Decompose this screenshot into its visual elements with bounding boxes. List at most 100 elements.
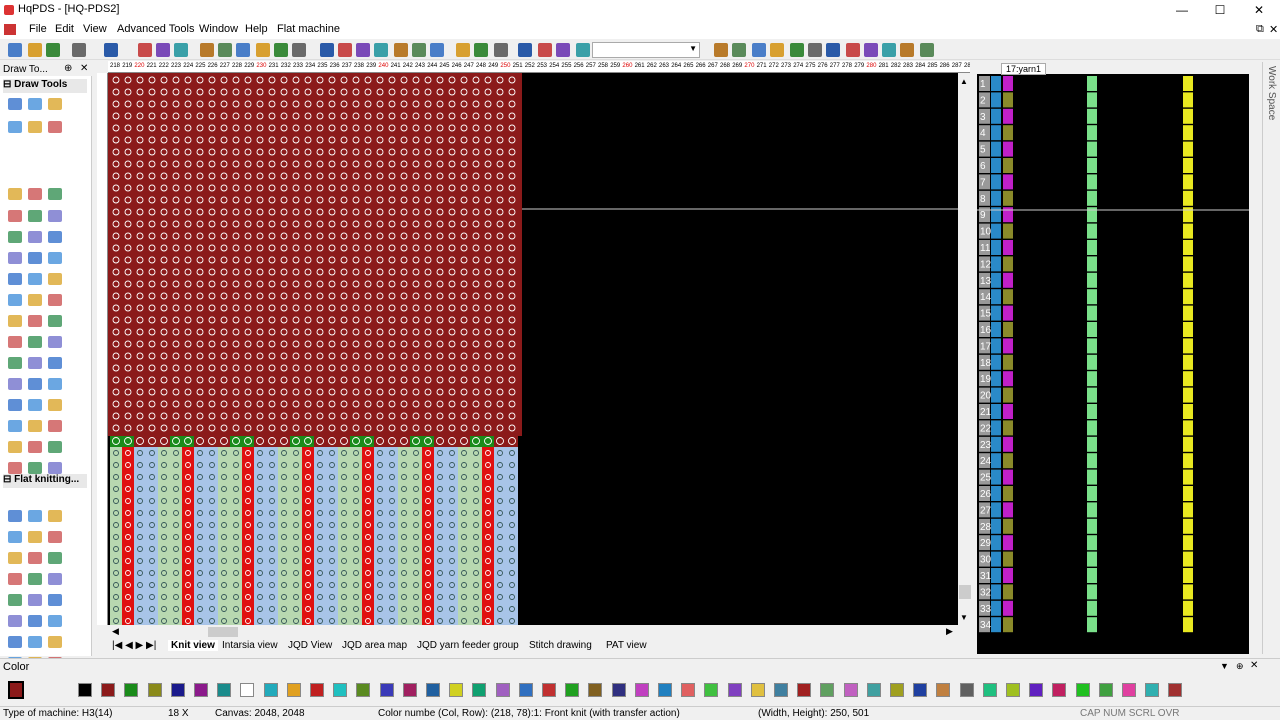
- draw-tool-icon[interactable]: [8, 399, 22, 411]
- panel-dropdown-icon[interactable]: ▼: [1220, 661, 1229, 671]
- yarn-cell[interactable]: [1183, 92, 1193, 108]
- yarn-cell[interactable]: [1003, 240, 1013, 255]
- yarn-cell[interactable]: [991, 354, 1001, 370]
- yarn-cell[interactable]: [991, 108, 1001, 124]
- yarn-cell[interactable]: [1087, 338, 1097, 354]
- yarn-cell[interactable]: [1183, 190, 1193, 206]
- yarn-cell[interactable]: [1087, 322, 1097, 337]
- yarn-cell[interactable]: [1087, 272, 1097, 288]
- rib-column[interactable]: [218, 447, 230, 625]
- yarn-cell[interactable]: [1087, 223, 1097, 239]
- color-swatch[interactable]: [774, 683, 788, 697]
- yarn-cell[interactable]: [1087, 387, 1097, 403]
- tab-nav-icon[interactable]: |◀ ◀ ▶ ▶|: [112, 640, 156, 651]
- draw-tool-icon[interactable]: [48, 188, 62, 200]
- draw-tool-icon[interactable]: [28, 378, 42, 390]
- draw-tool-icon[interactable]: [8, 510, 22, 522]
- color-swatch[interactable]: [797, 683, 812, 697]
- yarn-cell[interactable]: [991, 502, 1001, 518]
- rib-column[interactable]: [458, 447, 470, 625]
- yarn-cell[interactable]: [1183, 141, 1193, 157]
- rib-column[interactable]: [206, 447, 218, 625]
- rib-column[interactable]: [314, 447, 326, 625]
- draw-tool-icon[interactable]: [28, 294, 42, 306]
- draw-tool-icon[interactable]: [48, 531, 62, 543]
- draw-tool-icon[interactable]: [8, 441, 22, 453]
- color-swatch[interactable]: [1006, 683, 1020, 697]
- draw-tool-icon[interactable]: [28, 252, 42, 264]
- color-swatch[interactable]: [1098, 683, 1113, 697]
- draw-tool-icon[interactable]: [28, 594, 42, 606]
- yarn-cell[interactable]: [1003, 108, 1013, 124]
- yarn-cell[interactable]: [1087, 76, 1097, 91]
- menu-window[interactable]: Window: [199, 23, 238, 35]
- rib-column[interactable]: [194, 447, 206, 625]
- rib-column[interactable]: [470, 447, 482, 625]
- draw-tool-icon[interactable]: [28, 231, 42, 243]
- rib-column[interactable]: [182, 447, 194, 625]
- yarn-cell[interactable]: [1087, 141, 1097, 157]
- rib-column[interactable]: [362, 447, 374, 625]
- work-space-sidebar[interactable]: Work Space: [1262, 62, 1280, 654]
- yarn-cell[interactable]: [991, 240, 1001, 255]
- yarn-cell[interactable]: [991, 535, 1001, 551]
- yarn-cell[interactable]: [1003, 371, 1013, 387]
- rib-column[interactable]: [254, 447, 266, 625]
- yarn-cell[interactable]: [1183, 174, 1193, 190]
- color-swatch[interactable]: [333, 683, 348, 697]
- draw-tool-icon[interactable]: [28, 315, 42, 327]
- yarn-cell[interactable]: [991, 223, 1001, 239]
- menu-advanced-tools[interactable]: Advanced Tools: [117, 23, 194, 35]
- toolbar-tool-icon[interactable]: [274, 43, 288, 57]
- toolbar-tool-icon[interactable]: [156, 43, 170, 57]
- toolbar-tool-icon[interactable]: [920, 43, 934, 57]
- toolbar-tool-icon[interactable]: [900, 43, 914, 57]
- color-swatch[interactable]: [936, 683, 951, 697]
- yarn-cell[interactable]: [1183, 256, 1193, 272]
- toolbar-combo[interactable]: ▼: [592, 42, 700, 58]
- toolbar-tool-icon[interactable]: [292, 43, 306, 57]
- rib-column[interactable]: [242, 447, 254, 625]
- yarn-cell[interactable]: [991, 322, 1001, 337]
- rib-column[interactable]: [326, 447, 338, 625]
- yarn-cell[interactable]: [991, 289, 1001, 305]
- color-swatch[interactable]: [1052, 683, 1067, 697]
- color-swatch[interactable]: [518, 683, 533, 697]
- yarn-cell[interactable]: [1183, 240, 1193, 255]
- color-swatch[interactable]: [1075, 683, 1090, 697]
- toolbar-tool-icon[interactable]: [864, 43, 878, 57]
- yarn-cell[interactable]: [1003, 76, 1013, 91]
- rib-column[interactable]: [302, 447, 314, 625]
- pin-icon[interactable]: ⊕: [64, 63, 72, 74]
- yarn-cell[interactable]: [1087, 502, 1097, 518]
- color-swatch[interactable]: [704, 683, 719, 697]
- draw-tool-icon[interactable]: [28, 441, 42, 453]
- yarn-cell[interactable]: [991, 436, 1001, 452]
- toolbar-tool-icon[interactable]: [518, 43, 532, 57]
- yarn-cell[interactable]: [1003, 223, 1013, 239]
- color-swatch[interactable]: [124, 683, 139, 697]
- red-stitch-block[interactable]: [108, 73, 522, 436]
- yarn-panel[interactable]: 1 2 3 4 5 6 7 8 9 10 11 12 13 14 15 16 17 18 19 20 21 22 23 24 2…: [977, 62, 1249, 654]
- toolbar-tool-icon[interactable]: [28, 43, 42, 57]
- horizontal-scrollbar[interactable]: ◀ ▶: [108, 625, 958, 639]
- toolbar-tool-icon[interactable]: [732, 43, 746, 57]
- yarn-cell[interactable]: [1003, 354, 1013, 370]
- yarn-cell[interactable]: [1003, 420, 1013, 436]
- yarn-cell[interactable]: [991, 76, 1001, 91]
- toolbar-tool-icon[interactable]: [236, 43, 250, 57]
- tab-pat-view[interactable]: PAT view: [606, 640, 647, 651]
- draw-tool-icon[interactable]: [48, 315, 62, 327]
- yarn-cell[interactable]: [1087, 535, 1097, 551]
- menu-help[interactable]: Help: [245, 23, 268, 35]
- draw-tool-icon[interactable]: [48, 636, 62, 648]
- yarn-cell[interactable]: [991, 551, 1001, 567]
- color-swatch[interactable]: [611, 683, 626, 697]
- yarn-cell[interactable]: [1003, 125, 1013, 141]
- draw-tool-icon[interactable]: [48, 252, 62, 264]
- yarn-cell[interactable]: [1087, 207, 1097, 223]
- yarn-cell[interactable]: [1003, 551, 1013, 567]
- toolbar-tool-icon[interactable]: [218, 43, 232, 57]
- draw-tool-icon[interactable]: [8, 573, 22, 585]
- scroll-right-icon[interactable]: ▶: [946, 626, 953, 637]
